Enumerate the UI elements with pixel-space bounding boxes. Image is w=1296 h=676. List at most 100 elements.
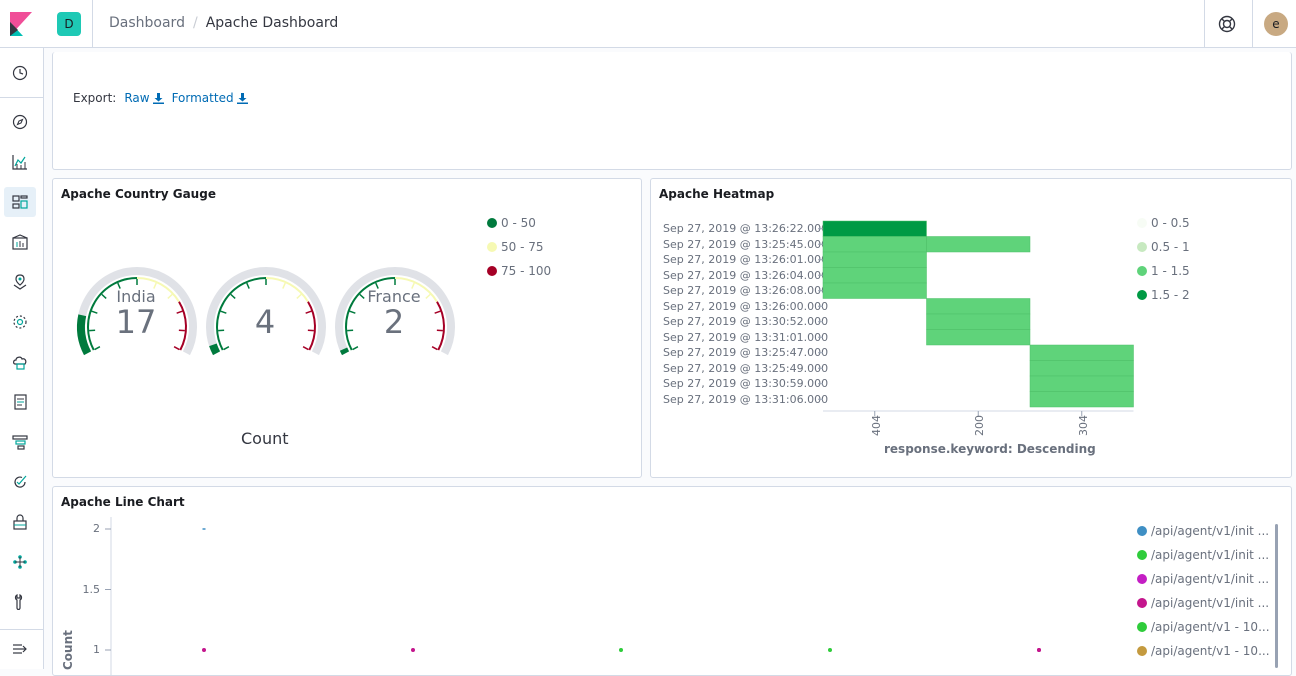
- export-raw-label: Raw: [124, 91, 149, 105]
- infrastructure-icon[interactable]: [9, 351, 31, 373]
- legend-scrollbar[interactable]: [1275, 524, 1278, 668]
- legend-item[interactable]: /api/agent/v1/init ...: [1137, 519, 1270, 543]
- visualize-chart-icon[interactable]: [9, 151, 31, 173]
- heatmap-cell: [1030, 345, 1134, 361]
- recently-viewed-clock-icon[interactable]: [9, 62, 31, 84]
- y-tick-label: 1: [80, 643, 100, 656]
- heatmap-y-label: Sep 27, 2019 @ 13:26:22.000: [663, 222, 813, 235]
- y-tick-label: 2: [80, 522, 100, 535]
- kibana-logo-icon[interactable]: [10, 12, 32, 36]
- gauge-tick: [95, 347, 100, 350]
- heatmap-y-label: Sep 27, 2019 @ 13:26:08.000: [663, 284, 813, 297]
- heatmap-cell: [1030, 376, 1134, 392]
- legend-item[interactable]: 1 - 1.5: [1137, 259, 1190, 283]
- legend-label: 0 - 0.5: [1151, 216, 1190, 230]
- gauge-value: 17: [86, 303, 186, 341]
- gauge-tick: [432, 347, 437, 350]
- export-formatted-button[interactable]: Formatted: [172, 91, 248, 105]
- legend-dot: [487, 218, 497, 228]
- export-panel: Export: Raw Formatted: [52, 52, 1292, 170]
- legend-item[interactable]: 75 - 100: [487, 259, 551, 283]
- canvas-icon[interactable]: [9, 231, 31, 253]
- export-raw-button[interactable]: Raw: [124, 91, 163, 105]
- line-chart: [103, 517, 1143, 676]
- heatmap-cell: [823, 268, 927, 284]
- heatmap-x-label: 304: [1077, 415, 1090, 436]
- legend-item[interactable]: /api/agent/v1/init ...: [1137, 591, 1270, 615]
- gauge-tick: [247, 283, 249, 288]
- nav-divider: [0, 629, 44, 630]
- legend-dot: [1137, 622, 1147, 632]
- export-label: Export:: [73, 91, 116, 105]
- user-avatar[interactable]: e: [1264, 12, 1288, 36]
- header-divider: [92, 0, 93, 48]
- space-selector-button[interactable]: D: [57, 12, 81, 36]
- dashboard-icon[interactable]: [4, 187, 36, 217]
- legend-dot: [1137, 598, 1147, 608]
- gauge-value: 4: [215, 303, 315, 341]
- graph-icon[interactable]: [9, 551, 31, 573]
- legend-item[interactable]: 0.5 - 1: [1137, 235, 1190, 259]
- heatmap-y-label: Sep 27, 2019 @ 13:25:49.000: [663, 362, 813, 375]
- legend-dot: [487, 266, 497, 276]
- heatmap-cell: [823, 221, 927, 237]
- legend-dot: [487, 242, 497, 252]
- legend-item[interactable]: 50 - 75: [487, 235, 551, 259]
- heatmap-cell: [823, 237, 927, 253]
- breadcrumb-dashboard-link[interactable]: Dashboard: [109, 15, 185, 31]
- data-point: [619, 648, 623, 652]
- legend-dot: [1137, 266, 1147, 276]
- gauge-panel-title: Apache Country Gauge: [61, 187, 216, 201]
- heatmap-y-label: Sep 27, 2019 @ 13:26:00.000: [663, 300, 813, 313]
- legend-label: /api/agent/v1 - 10...: [1151, 644, 1270, 658]
- help-icon[interactable]: [1217, 14, 1237, 34]
- heatmap-y-label: Sep 27, 2019 @ 13:25:47.000: [663, 346, 813, 359]
- legend-label: 1.5 - 2: [1151, 288, 1190, 302]
- legend-label: /api/agent/v1/init ...: [1151, 596, 1269, 610]
- legend-item[interactable]: 0 - 50: [487, 211, 551, 235]
- line-chart-panel-title: Apache Line Chart: [61, 495, 185, 509]
- collapse-nav-icon[interactable]: [9, 638, 31, 660]
- legend-dot: [1137, 242, 1147, 252]
- legend-dot: [1137, 526, 1147, 536]
- heatmap-cell: [1030, 361, 1134, 377]
- legend-dot: [1137, 550, 1147, 560]
- line-chart-legend: /api/agent/v1/init ... /api/agent/v1/ini…: [1137, 519, 1270, 663]
- legend-item[interactable]: /api/agent/v1 - 10...: [1137, 639, 1270, 663]
- logs-icon[interactable]: [9, 391, 31, 413]
- maps-icon[interactable]: [9, 271, 31, 293]
- apm-icon[interactable]: [9, 431, 31, 453]
- heatmap-cell: [927, 330, 1031, 346]
- heatmap-y-label: Sep 27, 2019 @ 13:30:52.000: [663, 315, 813, 328]
- top-header: D Dashboard / Apache Dashboard e: [0, 0, 1296, 48]
- data-point: [202, 648, 206, 652]
- uptime-icon[interactable]: [9, 471, 31, 493]
- legend-item[interactable]: /api/agent/v1/init ...: [1137, 543, 1270, 567]
- download-icon: [237, 93, 248, 104]
- header-divider: [1252, 0, 1253, 48]
- machine-learning-icon[interactable]: [9, 311, 31, 333]
- heatmap-y-label: Sep 27, 2019 @ 13:31:01.000: [663, 331, 813, 344]
- legend-label: /api/agent/v1/init ...: [1151, 524, 1269, 538]
- dev-tools-wrench-icon[interactable]: [9, 591, 31, 613]
- legend-item[interactable]: 1.5 - 2: [1137, 283, 1190, 307]
- header-divider: [1204, 0, 1205, 48]
- legend-item[interactable]: 0 - 0.5: [1137, 211, 1190, 235]
- gauge-tick: [224, 347, 229, 350]
- side-navigation: [0, 48, 44, 669]
- siem-lock-icon[interactable]: [9, 511, 31, 533]
- line-chart-panel: Apache Line Chart 2 1.5 1 Count /api/age…: [52, 486, 1292, 676]
- heatmap-panel-title: Apache Heatmap: [659, 187, 774, 201]
- nav-divider: [0, 97, 44, 98]
- heatmap-cell: [927, 237, 1031, 253]
- heatmap-y-label: Sep 27, 2019 @ 13:25:45.000: [663, 238, 813, 251]
- heatmap-x-label: 200: [973, 415, 986, 436]
- gauge-tick: [231, 294, 235, 298]
- heatmap-y-label: Sep 27, 2019 @ 13:26:04.000: [663, 269, 813, 282]
- legend-item[interactable]: /api/agent/v1/init ...: [1137, 567, 1270, 591]
- download-icon: [153, 93, 164, 104]
- legend-item[interactable]: /api/agent/v1 - 10...: [1137, 615, 1270, 639]
- discover-compass-icon[interactable]: [9, 111, 31, 133]
- heatmap-x-axis-title: response.keyword: Descending: [884, 442, 1096, 456]
- gauge-tick: [353, 347, 358, 350]
